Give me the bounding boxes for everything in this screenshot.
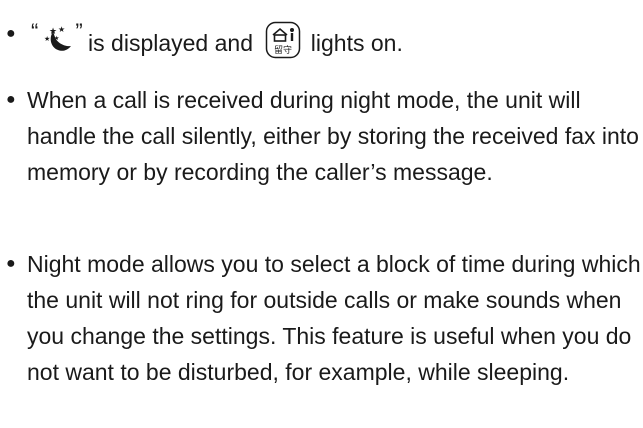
item-text: Night mode allows you to select a block … <box>27 251 641 385</box>
open-quote: “ <box>31 19 38 44</box>
bullet: ● <box>6 91 16 108</box>
item-text: When a call is received during night mod… <box>27 87 639 185</box>
night-mode-moon-icon: ★ ★ ★ ★ <box>38 23 74 57</box>
list-item: ● “ ★ ★ ★ ★ ” is displayed and 留守 lights… <box>0 12 643 63</box>
list-item: ● When a call is received during night m… <box>0 82 643 190</box>
auto-answer-button-icon: 留守 <box>265 21 301 59</box>
answer-icon-label: 留守 <box>274 44 292 56</box>
bullet: ● <box>6 255 16 272</box>
manual-page: ● “ ★ ★ ★ ★ ” is displayed and 留守 lights… <box>0 0 643 428</box>
svg-text:★: ★ <box>54 35 59 42</box>
item-text: lights on. <box>304 30 403 56</box>
list-item: ● Night mode allows you to select a bloc… <box>0 246 643 390</box>
bullet: ● <box>6 25 16 42</box>
svg-text:★: ★ <box>58 25 65 34</box>
item-text: is displayed and <box>81 30 260 56</box>
svg-text:★: ★ <box>44 35 50 43</box>
